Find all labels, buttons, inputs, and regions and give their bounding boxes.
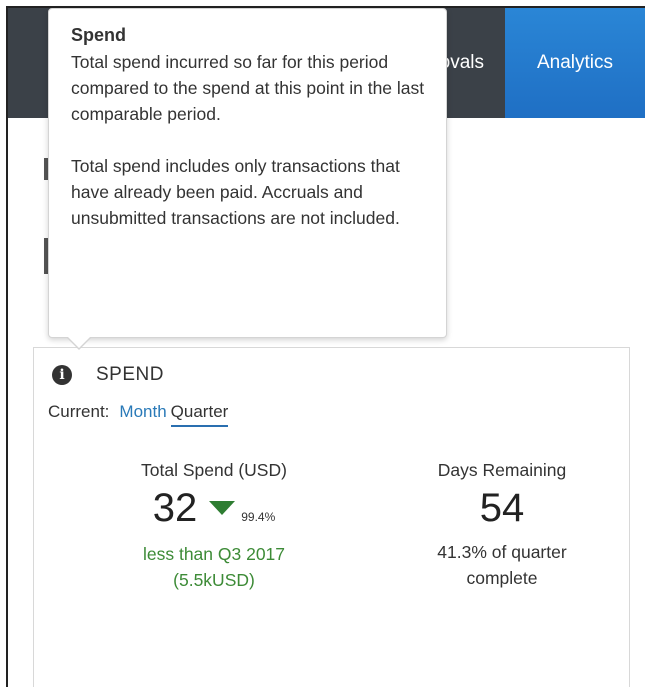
total-spend-label: Total Spend (USD): [141, 460, 287, 480]
days-remaining-label: Days Remaining: [437, 460, 567, 480]
spend-tooltip: Spend Total spend incurred so far for th…: [48, 8, 447, 338]
comparison-line-2: (5.5kUSD): [173, 570, 255, 590]
days-remaining-metric: Days Remaining 54 41.3% of quarter compl…: [402, 460, 602, 591]
tooltip-body: Total spend incurred so far for this per…: [71, 49, 426, 231]
tooltip-paragraph-2: Total spend includes only transactions t…: [71, 156, 400, 228]
spend-card: i SPEND Current: Month Quarter Total Spe…: [33, 347, 630, 687]
change-percent: 99.4%: [241, 510, 276, 524]
period-quarter-link[interactable]: Quarter: [170, 402, 229, 427]
period-month-link[interactable]: Month: [119, 402, 166, 422]
tab-analytics[interactable]: Analytics: [505, 8, 645, 118]
comparison-text: less than Q3 2017 (5.5kUSD): [104, 541, 324, 593]
tooltip-paragraph-1: Total spend incurred so far for this per…: [71, 52, 425, 124]
tab-approvals[interactable]: Approvals: [438, 8, 508, 118]
progress-line-2: complete: [466, 568, 538, 588]
comparison-line-1: less than Q3 2017: [142, 544, 286, 564]
period-label: Current:: [48, 402, 110, 421]
total-spend-metric: Total Spend (USD) 32 99.4% less than Q3 …: [104, 460, 324, 593]
card-header: i SPEND: [52, 364, 164, 386]
triangle-down-icon: [209, 501, 236, 515]
total-spend-value-row: 32 99.4%: [104, 485, 324, 531]
period-selector: Current: Month Quarter: [48, 402, 229, 427]
total-spend-value: 32: [152, 486, 198, 530]
tab-approvals-label: Approvals: [446, 52, 484, 73]
progress-line-1: 41.3% of quarter: [437, 542, 567, 562]
card-title: SPEND: [96, 364, 164, 385]
days-remaining-value: 54: [479, 486, 525, 530]
period-progress-text: 41.3% of quarter complete: [402, 539, 602, 591]
tooltip-arrow-fill: [67, 336, 91, 348]
info-circle-icon[interactable]: i: [52, 365, 72, 385]
tooltip-title: Spend: [71, 25, 127, 45]
